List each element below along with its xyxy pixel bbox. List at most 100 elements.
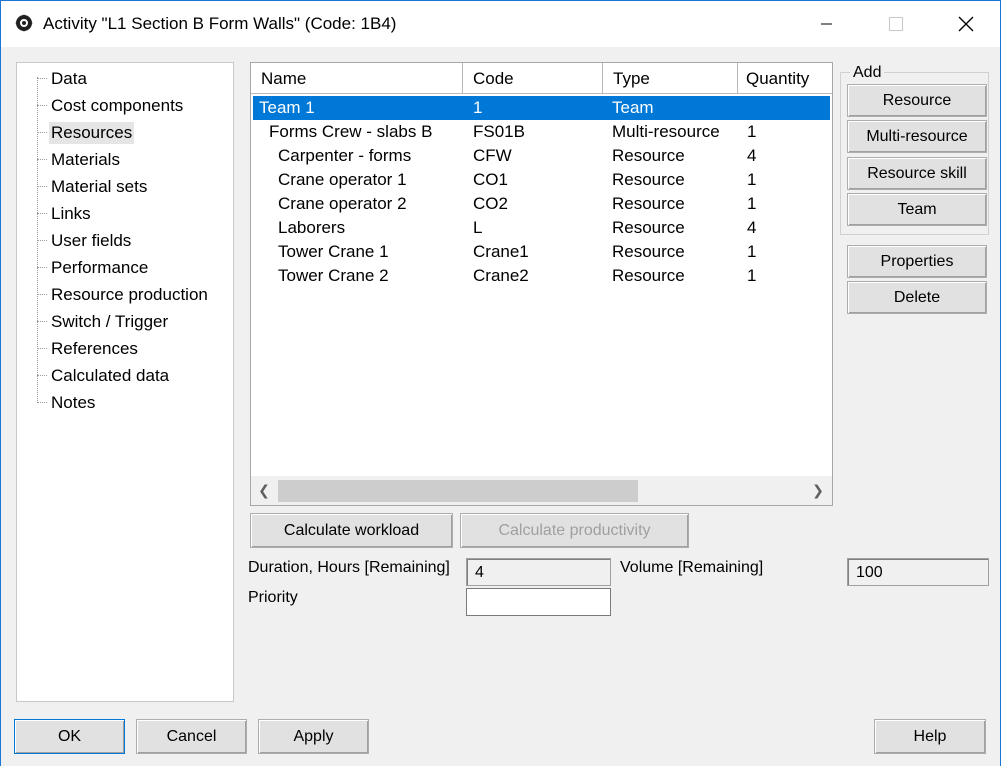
cell-quantity: 1 <box>747 122 757 141</box>
cell-code: L <box>473 218 483 237</box>
table-row[interactable]: Crane operator 1 CO1 Resource 1 <box>253 168 830 192</box>
column-header-code[interactable]: Code <box>463 63 603 94</box>
calculate-productivity-button[interactable]: Calculate productivity <box>460 513 689 548</box>
cell-type: Resource <box>612 194 685 213</box>
cell-name: Team 1 <box>259 98 315 117</box>
maximize-icon[interactable] <box>873 1 919 47</box>
cell-name: Carpenter - forms <box>278 146 412 165</box>
cell-quantity: 1 <box>747 266 757 285</box>
cell-quantity: 4 <box>747 146 757 165</box>
cancel-button[interactable]: Cancel <box>136 719 247 754</box>
cell-code: CO1 <box>473 170 508 189</box>
priority-input[interactable] <box>466 588 611 616</box>
tree-item-calculated-data[interactable]: Calculated data <box>37 362 233 389</box>
tree-item-links[interactable]: Links <box>37 200 233 227</box>
delete-button[interactable]: Delete <box>847 281 987 314</box>
column-header-quantity[interactable]: Quantity <box>738 63 832 94</box>
help-button[interactable]: Help <box>874 719 986 754</box>
app-logo-icon[interactable] <box>14 13 34 33</box>
tree-item-label: Resources <box>49 121 135 144</box>
scroll-right-icon[interactable]: ❯ <box>807 482 829 502</box>
title-bar: Activity "L1 Section B Form Walls" (Code… <box>0 0 1001 47</box>
ok-button[interactable]: OK <box>14 719 125 754</box>
column-header-name[interactable]: Name <box>251 63 463 94</box>
calculate-workload-button[interactable]: Calculate workload <box>250 513 453 548</box>
tree-item-label: References <box>51 338 138 358</box>
tree-item-material-sets[interactable]: Material sets <box>37 173 233 200</box>
tree-item-performance[interactable]: Performance <box>37 254 233 281</box>
table-row[interactable]: Laborers L Resource 4 <box>253 216 830 240</box>
add-resource-button[interactable]: Resource <box>847 84 987 117</box>
scrollbar-thumb[interactable] <box>278 480 638 502</box>
table-row[interactable]: Tower Crane 2 Crane2 Resource 1 <box>253 264 830 288</box>
minimize-icon[interactable] <box>804 1 850 47</box>
cell-type: Resource <box>612 218 685 237</box>
tree-item-label: Calculated data <box>51 365 170 385</box>
cell-code: CO2 <box>473 194 508 213</box>
tree-item-references[interactable]: References <box>37 335 233 362</box>
cell-type: Resource <box>612 266 685 285</box>
section-tree: Data Cost components Resources Materials… <box>16 62 234 702</box>
cell-name: Laborers <box>278 218 346 237</box>
volume-label: Volume [Remaining] <box>620 559 764 576</box>
cell-type: Resource <box>612 242 685 261</box>
cell-code: CFW <box>473 146 512 165</box>
cell-code: Crane2 <box>473 266 529 285</box>
add-team-button[interactable]: Team <box>847 193 987 226</box>
table-row[interactable]: Carpenter - forms CFW Resource 4 <box>253 144 830 168</box>
table-row[interactable]: Forms Crew - slabs B FS01B Multi-resourc… <box>253 120 830 144</box>
cell-name: Tower Crane 2 <box>278 266 389 285</box>
cell-quantity: 1 <box>747 242 757 261</box>
close-icon[interactable] <box>943 1 989 47</box>
tree-item-user-fields[interactable]: User fields <box>37 227 233 254</box>
tree-item-resource-production[interactable]: Resource production <box>37 281 233 308</box>
tree-item-label: User fields <box>51 230 132 250</box>
table-row[interactable]: Crane operator 2 CO2 Resource 1 <box>253 192 830 216</box>
cell-quantity: 1 <box>747 170 757 189</box>
tree-item-label: Switch / Trigger <box>51 311 169 331</box>
cell-code: 1 <box>473 98 483 117</box>
cell-name: Crane operator 1 <box>278 170 407 189</box>
duration-field[interactable]: 4 <box>466 558 611 586</box>
tree-item-switch-trigger[interactable]: Switch / Trigger <box>37 308 233 335</box>
cell-code: FS01B <box>473 122 525 141</box>
cell-quantity: 4 <box>747 218 757 237</box>
scroll-left-icon[interactable]: ❮ <box>253 482 275 502</box>
tree-item-notes[interactable]: Notes <box>37 389 233 416</box>
tree-item-label: Cost components <box>51 95 184 115</box>
cell-type: Multi-resource <box>612 122 720 141</box>
add-group-label: Add <box>850 64 885 82</box>
horizontal-scrollbar[interactable]: ❮ ❯ <box>251 476 832 505</box>
table-row[interactable]: Team 1 1 Team <box>253 96 830 120</box>
tree-item-label: Data <box>51 68 87 88</box>
add-multi-resource-button[interactable]: Multi-resource <box>847 120 987 153</box>
table-row[interactable]: Tower Crane 1 Crane1 Resource 1 <box>253 240 830 264</box>
cell-name: Forms Crew - slabs B <box>269 122 433 141</box>
tree-item-resources[interactable]: Resources <box>37 119 233 146</box>
cell-type: Resource <box>612 170 685 189</box>
cell-code: Crane1 <box>473 242 529 261</box>
properties-button[interactable]: Properties <box>847 245 987 278</box>
tree-item-data[interactable]: Data <box>37 65 233 92</box>
volume-field[interactable]: 100 <box>847 558 989 586</box>
cell-type: Team <box>612 98 654 117</box>
resource-grid[interactable]: Name Code Type Quantity Team 1 1 Team Fo… <box>250 62 833 506</box>
duration-label: Duration, Hours [Remaining] <box>248 559 450 576</box>
add-resource-skill-button[interactable]: Resource skill <box>847 157 987 190</box>
cell-quantity: 1 <box>747 194 757 213</box>
tree-item-cost-components[interactable]: Cost components <box>37 92 233 119</box>
cell-type: Resource <box>612 146 685 165</box>
tree-item-label: Materials <box>51 149 120 169</box>
tree-item-materials[interactable]: Materials <box>37 146 233 173</box>
tree-item-label: Notes <box>51 392 96 412</box>
column-header-type[interactable]: Type <box>603 63 738 94</box>
tree-item-label: Links <box>51 203 91 223</box>
window-border-left <box>0 47 1 766</box>
tree-item-label: Performance <box>51 257 149 277</box>
cell-name: Crane operator 2 <box>278 194 407 213</box>
cell-name: Tower Crane 1 <box>278 242 389 261</box>
apply-button[interactable]: Apply <box>258 719 369 754</box>
window-title: Activity "L1 Section B Form Walls" (Code… <box>43 14 397 33</box>
tree-item-label: Material sets <box>51 176 148 196</box>
tree-item-label: Resource production <box>51 284 208 304</box>
